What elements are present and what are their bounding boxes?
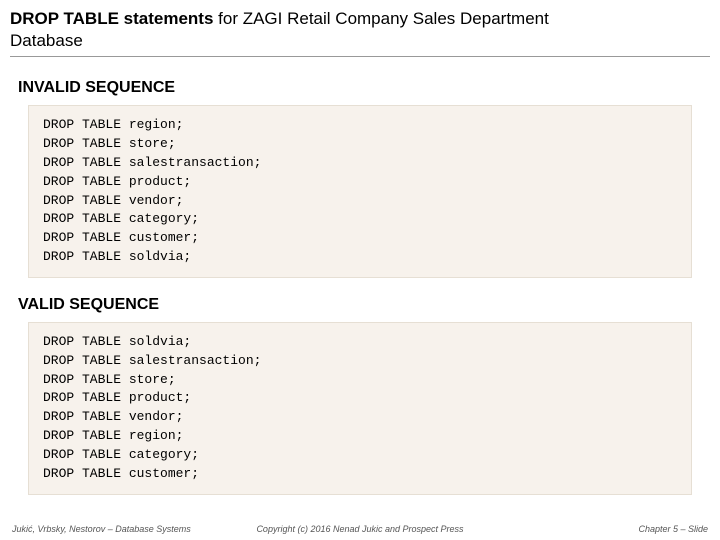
invalid-sequence-heading: INVALID SEQUENCE (18, 79, 702, 97)
slide-title-line1: DROP TABLE statements for ZAGI Retail Co… (10, 8, 710, 30)
valid-sequence-code: DROP TABLE soldvia; DROP TABLE salestran… (28, 322, 692, 495)
slide-header: DROP TABLE statements for ZAGI Retail Co… (0, 0, 720, 61)
footer-center: Copyright (c) 2016 Nenad Jukic and Prosp… (244, 524, 476, 534)
valid-sequence-heading: VALID SEQUENCE (18, 296, 702, 314)
slide-footer: Jukić, Vrbsky, Nestorov – Database Syste… (0, 524, 720, 534)
title-bold-part: DROP TABLE statements (10, 9, 213, 28)
footer-left: Jukić, Vrbsky, Nestorov – Database Syste… (12, 524, 244, 534)
title-underline (10, 56, 710, 57)
invalid-sequence-code: DROP TABLE region; DROP TABLE store; DRO… (28, 105, 692, 278)
slide-title-line2: Database (10, 30, 710, 52)
slide-content: INVALID SEQUENCE DROP TABLE region; DROP… (0, 61, 720, 505)
footer-right: Chapter 5 – Slide (476, 524, 708, 534)
title-rest-part: for ZAGI Retail Company Sales Department (213, 9, 548, 28)
